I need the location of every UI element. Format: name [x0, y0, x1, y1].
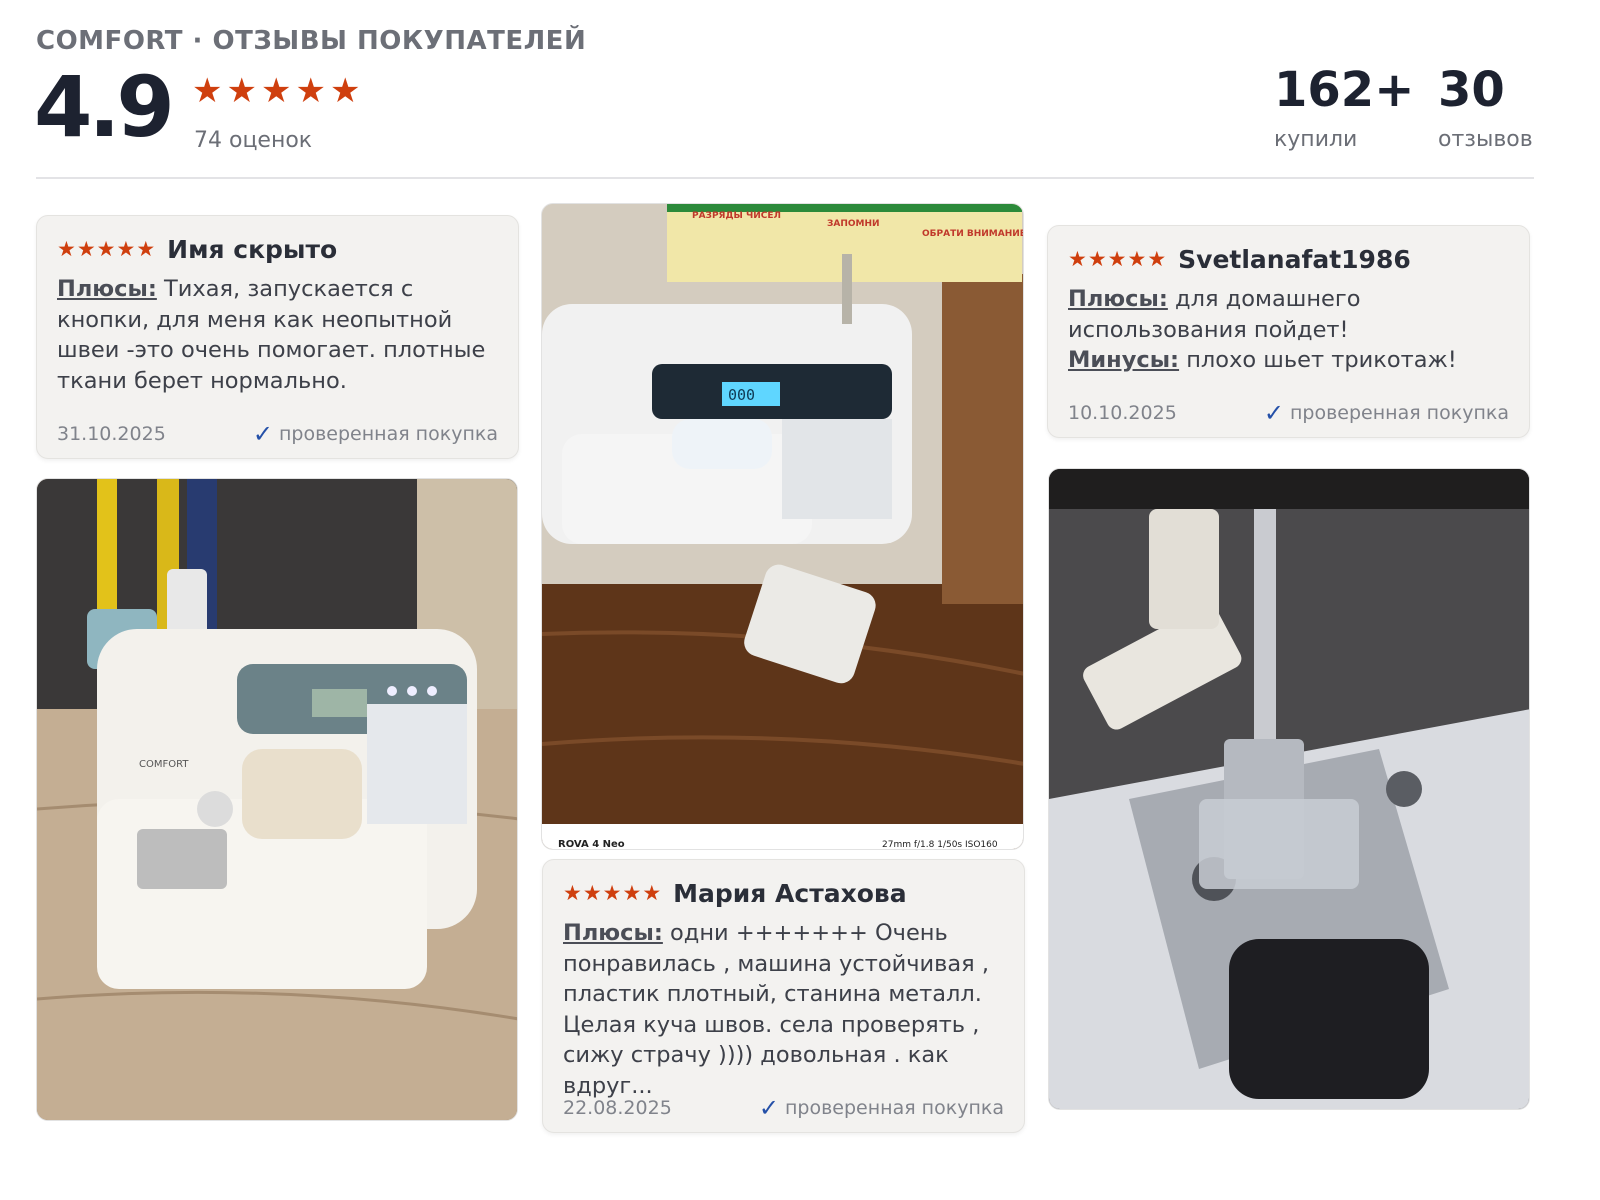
star-icon: ★	[582, 881, 602, 905]
cons-text: плохо шьет трикотаж!	[1179, 347, 1457, 373]
stat-reviews-label: отзывов	[1438, 126, 1533, 152]
verified-label: проверенная покупка	[278, 423, 498, 445]
star-icon: ★	[136, 237, 156, 261]
star-icon: ★	[116, 237, 136, 261]
star-icon: ★	[76, 237, 96, 261]
brand-title: COMFORT · ОТЗЫВЫ ПОКУПАТЕЛЕЙ	[36, 26, 587, 56]
verified-badge: ✓ проверенная покупка	[1264, 401, 1509, 425]
star-icon: ★	[1127, 247, 1147, 271]
review-date: 31.10.2025	[57, 423, 166, 445]
lcd-display: 000	[728, 386, 755, 404]
star-icon: ★	[602, 881, 622, 905]
stat-bought-label: купили	[1274, 126, 1358, 152]
presser-foot-photo	[1049, 469, 1529, 1109]
review-card[interactable]: ★ ★ ★ ★ ★ Мария Астахова Плюсы: одни +++…	[542, 859, 1025, 1133]
star-icon: ★	[622, 881, 642, 905]
review-stars: ★ ★ ★ ★ ★	[57, 239, 155, 260]
review-photo[interactable]: РАЗРЯДЫ ЧИСЕЛ ЗАПОМНИ ОБРАТИ ВНИМАНИЕ 00…	[541, 203, 1024, 850]
review-photo[interactable]	[1048, 468, 1530, 1110]
verified-badge: ✓ проверенная покупка	[253, 422, 498, 446]
poster-title: ОБРАТИ ВНИМАНИЕ	[922, 229, 1024, 239]
review-author: Мария Астахова	[673, 878, 907, 908]
star-icon: ★	[1147, 247, 1167, 271]
machine-brand-label: COMFORT	[139, 759, 189, 770]
pros-label: Плюсы:	[57, 276, 157, 302]
sewing-machine-photo: РАЗРЯДЫ ЧИСЕЛ ЗАПОМНИ ОБРАТИ ВНИМАНИЕ 00…	[542, 204, 1024, 850]
pros-label: Плюсы:	[563, 920, 663, 946]
poster-title: РАЗРЯДЫ ЧИСЕЛ	[692, 211, 781, 221]
star-icon: ★	[295, 72, 326, 110]
review-card[interactable]: ★ ★ ★ ★ ★ Svetlanafat1986 Плюсы: для дом…	[1047, 225, 1530, 438]
star-icon: ★	[192, 72, 223, 110]
photo-caption-right: 27mm f/1.8 1/50s ISO160	[882, 840, 998, 850]
header-stars: ★ ★ ★ ★ ★	[192, 74, 360, 108]
star-icon: ★	[1107, 247, 1127, 271]
review-text: Плюсы: одни +++++++ Очень понравилась , …	[563, 918, 1004, 1101]
checkmark-icon: ✓	[758, 1094, 779, 1122]
review-date: 22.08.2025	[563, 1097, 672, 1119]
review-author: Svetlanafat1986	[1178, 244, 1411, 274]
star-icon: ★	[57, 237, 76, 261]
stat-reviews: 30 отзывов	[1438, 64, 1533, 152]
star-icon: ★	[642, 881, 662, 905]
verified-label: проверенная покупка	[784, 1097, 1004, 1119]
review-text: Плюсы: для домашнего использования пойде…	[1068, 284, 1509, 376]
star-icon: ★	[96, 237, 116, 261]
stat-bought-value: 162+	[1274, 62, 1415, 118]
star-icon: ★	[226, 72, 257, 110]
review-photo[interactable]: COMFORT	[36, 478, 518, 1121]
review-card[interactable]: ★ ★ ★ ★ ★ Имя скрыто Плюсы: Тихая, запус…	[36, 215, 519, 459]
photo-caption-left: ROVA 4 Neo	[558, 839, 625, 850]
review-date: 10.10.2025	[1068, 402, 1177, 424]
header-divider	[36, 177, 1534, 179]
checkmark-icon: ✓	[1263, 399, 1284, 427]
pros-text: одни +++++++ Очень понравилась , машина …	[563, 920, 990, 1099]
average-rating: 4.9	[34, 58, 175, 156]
checkmark-icon: ✓	[252, 420, 273, 448]
review-stars: ★ ★ ★ ★ ★	[563, 883, 661, 904]
star-icon: ★	[1068, 247, 1087, 271]
star-icon: ★	[329, 72, 361, 110]
ratings-count: 74 оценок	[194, 128, 313, 153]
verified-label: проверенная покупка	[1289, 402, 1509, 424]
review-stars: ★ ★ ★ ★ ★	[1068, 249, 1166, 270]
poster-title: ЗАПОМНИ	[827, 219, 880, 229]
star-icon: ★	[1087, 247, 1107, 271]
review-text: Плюсы: Тихая, запускается с кнопки, для …	[57, 274, 498, 396]
stat-reviews-value: 30	[1438, 62, 1505, 118]
sewing-machine-photo: COMFORT	[37, 479, 517, 1120]
review-author: Имя скрыто	[167, 234, 338, 264]
star-icon: ★	[563, 881, 582, 905]
stat-bought: 162+ купили	[1274, 64, 1414, 152]
cons-label: Минусы:	[1068, 347, 1180, 373]
star-icon: ★	[260, 72, 292, 110]
pros-label: Плюсы:	[1068, 286, 1168, 312]
verified-badge: ✓ проверенная покупка	[759, 1096, 1004, 1120]
